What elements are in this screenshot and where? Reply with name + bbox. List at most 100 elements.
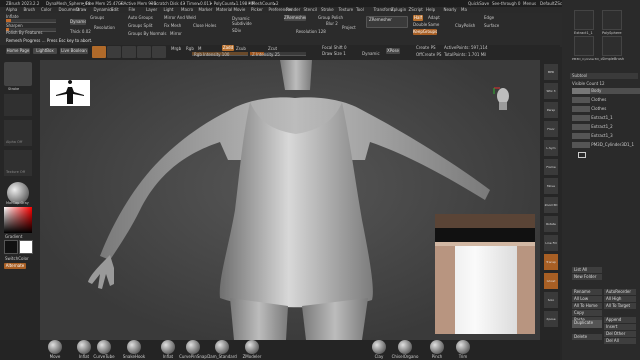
- menu-item[interactable]: Alpha: [6, 7, 17, 12]
- move-button[interactable]: [122, 46, 136, 58]
- rotate-button[interactable]: [152, 46, 166, 58]
- home-page-button[interactable]: Home Page: [6, 48, 30, 54]
- insert-button[interactable]: Insert: [604, 324, 636, 330]
- subtool-item[interactable]: Extract1_1: [572, 115, 640, 121]
- gradient-label[interactable]: Gradient: [5, 234, 22, 239]
- subtool-item[interactable]: Extract1_3: [572, 133, 640, 139]
- brush-icon[interactable]: [430, 340, 444, 354]
- blur-slider[interactable]: Blur 2: [326, 21, 338, 26]
- append-button[interactable]: Append: [604, 317, 636, 323]
- brush-icon[interactable]: [97, 340, 111, 354]
- switch-color-button[interactable]: SwitchColor: [5, 256, 29, 261]
- menu-item[interactable]: Zplugin: [391, 7, 406, 12]
- menu-item[interactable]: Light: [164, 7, 174, 12]
- brush-icon[interactable]: [456, 340, 470, 354]
- auto-groups-button[interactable]: Auto Groups: [128, 15, 153, 20]
- resolution-small[interactable]: Resolution: [94, 25, 115, 30]
- groups-by-normals-button[interactable]: Groups By Normals: [128, 31, 166, 36]
- stroke-thumb[interactable]: [4, 94, 32, 116]
- tool-thumb-polysphere[interactable]: [602, 10, 622, 30]
- right-toolbar-button[interactable]: SPix 3: [544, 83, 558, 99]
- seethrough-slider[interactable]: See-through 0: [492, 1, 520, 6]
- menu-item[interactable]: Stencil: [304, 7, 318, 12]
- polish-by-features[interactable]: Polish By Features: [6, 30, 42, 35]
- delete-button[interactable]: Delete: [572, 334, 602, 340]
- auto-reorder-button[interactable]: AutoReorder: [604, 289, 636, 295]
- focal-shift-label[interactable]: Focal Shift 0: [322, 45, 347, 50]
- zsub-button[interactable]: Zsub: [236, 46, 246, 51]
- right-toolbar-button[interactable]: Move: [544, 178, 558, 194]
- subtool-item[interactable]: PM3D_Cylinder3D1_1: [572, 142, 640, 148]
- menu-item[interactable]: File: [129, 7, 136, 12]
- resolution-slider[interactable]: Resolution 128: [296, 29, 326, 34]
- edit-button[interactable]: [92, 46, 106, 58]
- groups-split-button[interactable]: Groups Split: [128, 23, 152, 28]
- create-ps-button[interactable]: Create PS: [416, 45, 436, 50]
- m-toggle[interactable]: M: [198, 46, 201, 51]
- right-toolbar-button[interactable]: L.Sym: [544, 140, 558, 156]
- adapt-button[interactable]: Adapt: [428, 15, 440, 20]
- right-toolbar-button[interactable]: BPR: [544, 64, 558, 80]
- scale-button[interactable]: [137, 46, 151, 58]
- menu-item[interactable]: Render: [286, 7, 300, 12]
- right-toolbar-button[interactable]: Floor: [544, 121, 558, 137]
- tool-thumb-simplebrush[interactable]: [602, 36, 622, 56]
- color-picker[interactable]: [4, 207, 32, 233]
- mrgb-toggle[interactable]: Mrgb: [171, 46, 181, 51]
- brush-icon[interactable]: [161, 340, 175, 354]
- menu-item[interactable]: ZScript: [409, 7, 423, 12]
- brush-icon[interactable]: [398, 340, 412, 354]
- rgb-toggle[interactable]: Rgb: [186, 46, 194, 51]
- brush-icon[interactable]: [127, 340, 141, 354]
- right-toolbar-button[interactable]: Line Fill: [544, 235, 558, 251]
- menu-item[interactable]: Movie: [234, 7, 246, 12]
- mirror-button[interactable]: Mirror: [170, 31, 182, 36]
- same-button[interactable]: Same: [428, 22, 439, 27]
- secondary-color-swatch[interactable]: [19, 240, 33, 254]
- live-boolean-button[interactable]: Live Boolean: [60, 48, 88, 54]
- menu-item[interactable]: Draw: [76, 7, 86, 12]
- right-toolbar-button[interactable]: Solo: [544, 292, 558, 308]
- half-button[interactable]: Half: [413, 15, 423, 21]
- subtool-item[interactable]: Body: [572, 88, 640, 94]
- quicksave-button[interactable]: QuickSave: [468, 1, 489, 6]
- groups-label[interactable]: Groups: [90, 15, 104, 20]
- draw-button[interactable]: [107, 46, 121, 58]
- subtool-item[interactable]: Clothes: [572, 106, 640, 112]
- mirror-weld-button[interactable]: Mirror And Weld: [164, 15, 196, 20]
- thick-slider[interactable]: Thick 0.02: [70, 29, 91, 34]
- right-toolbar-button[interactable]: Frame: [544, 159, 558, 175]
- menus-toggle[interactable]: Menus: [523, 1, 536, 6]
- visible-count-slider[interactable]: Visible Count 12: [572, 81, 605, 86]
- subtool-header[interactable]: Subtool: [570, 73, 638, 79]
- right-toolbar-button[interactable]: Rotate: [544, 216, 558, 232]
- brush-icon[interactable]: [215, 340, 229, 354]
- dynamesh-button[interactable]: Dynamesh: [70, 19, 86, 25]
- clay-polish-button[interactable]: ClayPolish: [455, 23, 475, 28]
- sdiv-slider[interactable]: SDiv: [232, 28, 241, 33]
- right-toolbar-button[interactable]: Xpose: [544, 311, 558, 327]
- copy-button[interactable]: Copy: [572, 310, 602, 316]
- folder-icon[interactable]: [578, 152, 586, 158]
- rename-button[interactable]: Rename: [572, 289, 602, 295]
- draw-size-label[interactable]: Draw Size 1: [322, 51, 346, 56]
- menu-item[interactable]: Material: [216, 7, 232, 12]
- menu-item[interactable]: Edit: [111, 7, 119, 12]
- menu-item[interactable]: Color: [41, 7, 51, 12]
- lightbox-button[interactable]: LightBox: [33, 48, 57, 54]
- menu-item[interactable]: Help: [426, 7, 435, 12]
- dynamic-brush-label[interactable]: Dynamic: [362, 51, 380, 56]
- all-high-button[interactable]: All High: [604, 296, 636, 302]
- brush-icon[interactable]: [77, 340, 91, 354]
- all-to-home-button[interactable]: All To Home: [572, 303, 602, 309]
- right-toolbar-button[interactable]: Persp: [544, 102, 558, 118]
- right-toolbar-button[interactable]: Zoom3D: [544, 197, 558, 213]
- alternate-button[interactable]: Alternate: [4, 263, 26, 269]
- del-all-button[interactable]: Del All: [604, 338, 636, 344]
- viewport[interactable]: [40, 60, 540, 340]
- brush-preview[interactable]: [4, 62, 32, 86]
- right-toolbar-button[interactable]: Transp: [544, 254, 558, 270]
- close-holes-button[interactable]: Close Holes: [193, 23, 216, 28]
- project-toggle[interactable]: Project: [342, 25, 356, 30]
- group-polish-slider[interactable]: Group Polish: [318, 15, 343, 20]
